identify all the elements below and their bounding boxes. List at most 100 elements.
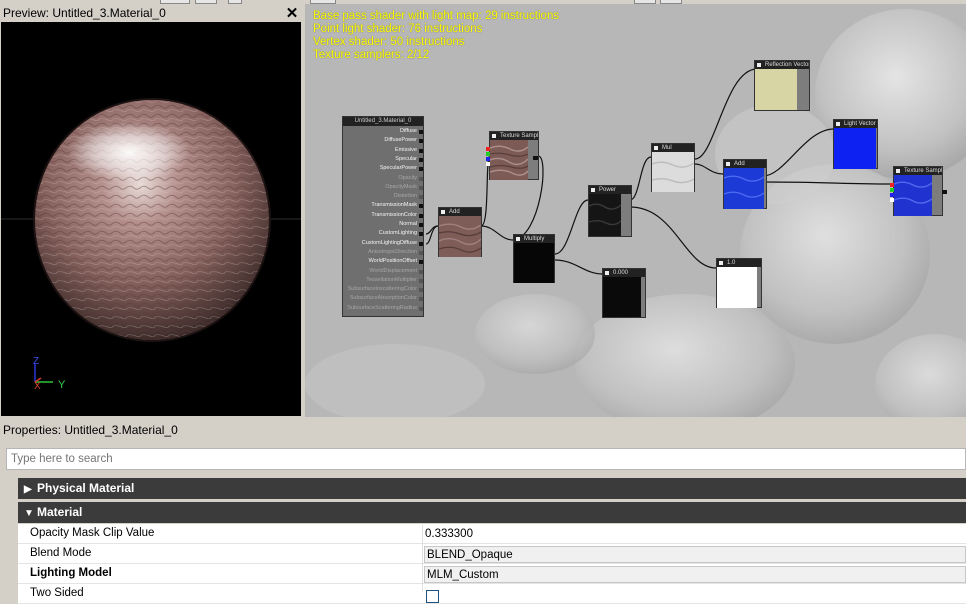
- power-node[interactable]: Power: [588, 185, 632, 237]
- material-input-pin-label: SubsurfaceInscatteringColor: [347, 286, 417, 293]
- material-input-pin[interactable]: [419, 250, 423, 255]
- node-title: Add: [724, 160, 766, 168]
- category-label: Material: [37, 505, 83, 519]
- node-title: Light Vector: [834, 120, 877, 128]
- pin-green[interactable]: [486, 152, 490, 156]
- two-sided-checkbox[interactable]: [426, 590, 439, 603]
- material-input-pin[interactable]: [419, 176, 423, 181]
- material-input-pin[interactable]: [419, 157, 423, 162]
- property-row: Opacity Mask Clip Value 0.333300: [18, 524, 966, 544]
- property-row: Two Sided: [18, 584, 966, 604]
- stat-line: Base pass shader with light map: 29 inst…: [313, 10, 560, 22]
- collapse-arrow-icon: ▼: [24, 508, 34, 519]
- material-input-pin-label: WorldDisplacement: [369, 267, 417, 274]
- material-input-pin[interactable]: [419, 288, 423, 293]
- property-label: Two Sided: [30, 587, 84, 599]
- material-input-pin[interactable]: [419, 297, 423, 302]
- normal-texture-thumbnail: [894, 175, 932, 216]
- pin-alpha[interactable]: [486, 162, 490, 166]
- pin-blue[interactable]: [486, 157, 490, 161]
- material-input-pin[interactable]: [419, 306, 423, 311]
- node-title: Texture Sample: [490, 132, 538, 140]
- material-output-node[interactable]: Untitled_3.Material_0 Diffuse DiffusePowe…: [342, 116, 424, 317]
- material-input-pin[interactable]: [419, 139, 423, 144]
- pin-green[interactable]: [890, 188, 894, 192]
- property-label: Blend Mode: [30, 547, 92, 559]
- one-thumbnail: [717, 267, 757, 308]
- material-input-pin-label: TransmissionColor: [371, 211, 417, 218]
- material-input-pin[interactable]: [419, 241, 423, 246]
- material-input-pin-label: DiffusePower: [384, 137, 417, 144]
- light-vector-node[interactable]: Light Vector: [833, 119, 878, 169]
- preview-header: Preview: Untitled_3.Material_0 ✕: [0, 4, 303, 22]
- mul-node[interactable]: Mul: [651, 143, 695, 192]
- pin-red[interactable]: [890, 183, 894, 187]
- multiply-thumbnail: [514, 243, 554, 283]
- node-title: Multiply: [514, 235, 554, 243]
- add-thumbnail: [439, 216, 481, 257]
- property-row: Blend Mode BLEND_Opaque: [18, 544, 966, 564]
- stat-line: Point light shader: 76 instructions: [313, 23, 483, 35]
- blend-mode-dropdown[interactable]: BLEND_Opaque: [424, 546, 966, 563]
- material-node-title: Untitled_3.Material_0: [343, 117, 423, 126]
- lighting-model-dropdown[interactable]: MLM_Custom: [424, 566, 966, 583]
- material-input-pin[interactable]: [419, 223, 423, 227]
- gizmo-y-label: Y: [58, 379, 66, 391]
- material-input-pin[interactable]: [419, 148, 423, 153]
- opacity-mask-clip-value-field[interactable]: 0.333300: [424, 526, 966, 543]
- material-input-pin[interactable]: [419, 204, 423, 209]
- material-input-pin-label: AnisotropicDirection: [368, 248, 417, 255]
- stat-line: Texture samplers: 2/12: [313, 49, 430, 61]
- light-vector-thumbnail: [834, 128, 876, 169]
- material-input-pin-label: OpacityMask: [385, 183, 417, 190]
- properties-pane: Properties: Untitled_3.Material_0 ▶ Physi…: [0, 419, 966, 604]
- category-material[interactable]: ▼ Material: [18, 502, 966, 523]
- pin-alpha[interactable]: [890, 198, 894, 202]
- preview-pane: Preview: Untitled_3.Material_0 ✕ Z X Y: [0, 4, 303, 417]
- node-title: 0.000: [603, 269, 645, 277]
- material-input-pin[interactable]: [419, 269, 423, 274]
- multiply-node[interactable]: Multiply: [513, 234, 555, 283]
- material-input-pin[interactable]: [419, 195, 423, 200]
- material-input-pin-label: CustomLighting: [378, 230, 417, 237]
- normal-texture-sample-node[interactable]: Texture Sample: [890, 166, 947, 216]
- category-physical-material[interactable]: ▶ Physical Material: [18, 478, 966, 499]
- reflection-vector-node[interactable]: Reflection Vector: [754, 60, 810, 111]
- constant-node[interactable]: 0.000: [602, 268, 646, 318]
- output-pin[interactable]: [533, 156, 538, 160]
- property-label: Opacity Mask Clip Value: [30, 527, 155, 539]
- pin-red[interactable]: [486, 147, 490, 151]
- preview-viewport[interactable]: Z X Y: [1, 22, 301, 416]
- category-label: Physical Material: [37, 481, 135, 495]
- close-icon[interactable]: ✕: [285, 4, 299, 22]
- material-input-pin-label: SubsurfaceScatteringRadius: [347, 304, 417, 311]
- material-input-pin[interactable]: [419, 185, 423, 190]
- material-input-pin-label: TessellationMultiplier: [366, 276, 417, 283]
- properties-title: Properties: Untitled_3.Material_0: [3, 423, 178, 437]
- output-pin[interactable]: [942, 190, 947, 194]
- material-input-pin-label: Opacity: [398, 174, 417, 181]
- add-blue-node[interactable]: Add: [723, 159, 767, 209]
- material-input-pin[interactable]: [419, 260, 423, 265]
- stat-line: Vertex shader: 50 instructions: [313, 36, 465, 48]
- one-node[interactable]: 1.0: [716, 258, 762, 308]
- property-search-input[interactable]: [6, 448, 966, 470]
- power-thumbnail: [589, 194, 621, 236]
- texture-sample-node[interactable]: Texture Sample: [486, 131, 539, 180]
- property-label: Lighting Model: [30, 567, 112, 579]
- reflection-vector-thumbnail: [755, 69, 797, 110]
- material-input-pin-label: Specular: [395, 155, 417, 162]
- column-divider[interactable]: [422, 525, 423, 591]
- material-input-pin[interactable]: [419, 213, 423, 218]
- material-input-pin[interactable]: [419, 278, 423, 283]
- pin-blue[interactable]: [890, 193, 894, 197]
- material-input-pin[interactable]: [419, 167, 423, 172]
- material-input-pin-label: SubsurfaceAbsorptionColor: [349, 295, 417, 302]
- shader-stats: Base pass shader with light map: 29 inst…: [313, 10, 559, 62]
- add-node[interactable]: Add: [438, 207, 482, 257]
- material-input-pin[interactable]: [419, 130, 423, 134]
- node-title: 1.0: [717, 259, 761, 267]
- material-graph-canvas[interactable]: Base pass shader with light map: 29 inst…: [305, 4, 966, 417]
- node-title: Reflection Vector: [755, 61, 809, 69]
- material-input-pin[interactable]: [419, 232, 423, 237]
